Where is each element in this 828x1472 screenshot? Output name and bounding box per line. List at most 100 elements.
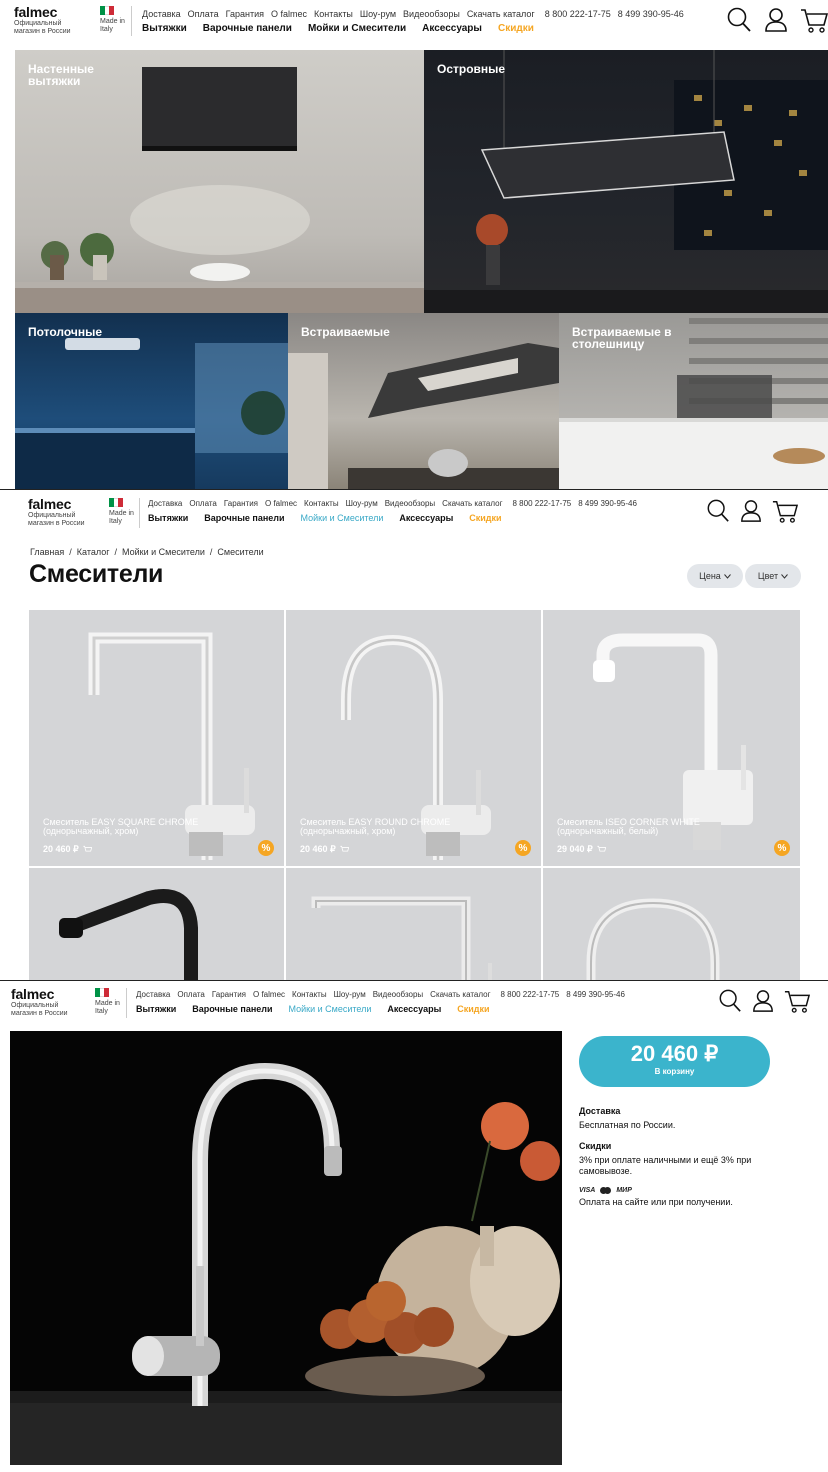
island-hood-photo — [424, 50, 828, 313]
category-label: Островные — [437, 62, 506, 76]
nav-discounts[interactable]: Скидки — [469, 513, 501, 523]
mastercard-icon — [600, 1187, 612, 1194]
phone-2[interactable]: 8 499 390-95-46 — [618, 9, 684, 19]
discount-badge: % — [515, 840, 531, 856]
nav-hoods[interactable]: Вытяжки — [142, 23, 187, 34]
search-icon[interactable] — [718, 988, 742, 1014]
link-video-reviews[interactable]: Видеообзоры — [403, 9, 460, 19]
link-showroom[interactable]: Шоу-рум — [334, 990, 366, 999]
made-in-italy: Made in Italy — [109, 498, 141, 526]
nav-hobs[interactable]: Варочные панели — [192, 1004, 272, 1014]
breadcrumb-sinks-mixers[interactable]: Мойки и Смесители — [122, 547, 205, 557]
product-card[interactable] — [543, 868, 800, 980]
discount-title: Скидки — [579, 1141, 612, 1151]
product-image — [311, 896, 492, 980]
filter-price-label: Цена — [699, 571, 721, 581]
category-downdraft-hoods[interactable]: Встраиваемые в столешницу — [559, 313, 828, 489]
nav-hobs[interactable]: Варочные панели — [204, 513, 284, 523]
breadcrumb-home[interactable]: Главная — [30, 547, 64, 557]
user-icon[interactable] — [764, 6, 788, 34]
nav-hoods[interactable]: Вытяжки — [148, 513, 188, 523]
phone-1[interactable]: 8 800 222-17-75 — [545, 9, 611, 19]
logo[interactable]: falmec Официальный магазин в России — [11, 987, 75, 1018]
payment-logos: VISA МИР — [579, 1187, 632, 1194]
phone-1[interactable]: 8 800 222-17-75 — [501, 990, 560, 999]
delivery-text: Бесплатная по России. — [579, 1120, 676, 1130]
filter-price[interactable]: Цена — [687, 564, 743, 588]
link-contacts[interactable]: Контакты — [292, 990, 327, 999]
user-icon[interactable] — [740, 498, 762, 524]
nav-sinks-mixers[interactable]: Мойки и Смесители — [308, 23, 406, 34]
chevron-down-icon — [781, 573, 788, 579]
phone-2[interactable]: 8 499 390-95-46 — [578, 499, 637, 508]
product-card[interactable] — [286, 868, 541, 980]
link-warranty[interactable]: Гарантия — [224, 499, 258, 508]
product-price: 20 460 ₽ — [43, 844, 92, 855]
category-wall-hoods[interactable]: Настенные вытяжки — [15, 50, 424, 313]
link-about[interactable]: О falmec — [271, 9, 307, 19]
link-delivery[interactable]: Доставка — [148, 499, 182, 508]
main-nav: Вытяжки Варочные панели Мойки и Смесител… — [148, 513, 518, 523]
breadcrumb-separator: / — [114, 547, 118, 557]
link-about[interactable]: О falmec — [253, 990, 285, 999]
link-video-reviews[interactable]: Видеообзоры — [373, 990, 423, 999]
search-icon[interactable] — [726, 6, 752, 34]
nav-hoods[interactable]: Вытяжки — [136, 1004, 176, 1014]
link-payment[interactable]: Оплата — [189, 499, 217, 508]
logo[interactable]: falmec Официальный магазин в России — [28, 497, 92, 528]
link-warranty[interactable]: Гарантия — [226, 9, 264, 19]
search-icon[interactable] — [706, 498, 730, 524]
phone-1[interactable]: 8 800 222-17-75 — [513, 499, 572, 508]
product-card[interactable]: Смеситель EASY SQUARE CHROME (однорычажн… — [29, 610, 284, 866]
link-warranty[interactable]: Гарантия — [212, 990, 246, 999]
link-video-reviews[interactable]: Видеообзоры — [385, 499, 435, 508]
nav-discounts[interactable]: Скидки — [498, 23, 534, 34]
category-built-in-hoods[interactable]: Встраиваемые — [288, 313, 559, 489]
nav-accessories[interactable]: Аксессуары — [422, 23, 482, 34]
product-photo — [10, 1031, 562, 1465]
link-payment[interactable]: Оплата — [177, 990, 205, 999]
link-contacts[interactable]: Контакты — [314, 9, 353, 19]
cart-icon[interactable] — [340, 845, 349, 854]
nav-accessories[interactable]: Аксессуары — [387, 1004, 441, 1014]
wall-hood-photo — [15, 67, 424, 313]
nav-accessories[interactable]: Аксессуары — [399, 513, 453, 523]
link-about[interactable]: О falmec — [265, 499, 297, 508]
nav-discounts[interactable]: Скидки — [457, 1004, 489, 1014]
link-delivery[interactable]: Доставка — [142, 9, 181, 19]
phone-2[interactable]: 8 499 390-95-46 — [566, 990, 625, 999]
product-card[interactable]: Смеситель EASY ROUND CHROME (однорычажны… — [286, 610, 541, 866]
link-contacts[interactable]: Контакты — [304, 499, 339, 508]
top-links: Доставка Оплата Гарантия О falmec Контак… — [148, 499, 644, 508]
category-ceiling-hoods[interactable]: Потолочные — [15, 313, 288, 489]
link-delivery[interactable]: Доставка — [136, 990, 170, 999]
discount-badge: % — [258, 840, 274, 856]
cart-icon[interactable] — [800, 6, 828, 34]
nav-sinks-mixers[interactable]: Мойки и Смесители — [301, 513, 384, 523]
user-icon[interactable] — [752, 988, 774, 1014]
cart-icon[interactable] — [772, 498, 798, 524]
cart-icon[interactable] — [784, 988, 810, 1014]
link-download-catalog[interactable]: Скачать каталог — [467, 9, 535, 19]
link-showroom[interactable]: Шоу-рум — [346, 499, 378, 508]
filter-color[interactable]: Цвет — [745, 564, 801, 588]
product-image — [59, 889, 198, 980]
link-download-catalog[interactable]: Скачать каталог — [442, 499, 502, 508]
nav-hobs[interactable]: Варочные панели — [203, 23, 292, 34]
category-island-hoods[interactable]: Островные — [424, 50, 828, 313]
add-to-cart-button[interactable]: 20 460 ₽ В корзину — [579, 1036, 770, 1087]
italy-flag-icon — [100, 6, 115, 15]
breadcrumb-catalog[interactable]: Каталог — [77, 547, 110, 557]
chevron-down-icon — [723, 573, 731, 579]
product-price: 29 040 ₽ — [557, 844, 606, 855]
cart-icon[interactable] — [83, 845, 92, 854]
nav-sinks-mixers[interactable]: Мойки и Смесители — [289, 1004, 372, 1014]
link-showroom[interactable]: Шоу-рум — [360, 9, 396, 19]
logo[interactable]: falmec Официальный магазин в России — [14, 5, 78, 36]
link-download-catalog[interactable]: Скачать каталог — [430, 990, 490, 999]
filter-color-label: Цвет — [757, 571, 779, 581]
product-card[interactable]: Смеситель ISEO CORNER WHITE (однорычажны… — [543, 610, 800, 866]
link-payment[interactable]: Оплата — [188, 9, 219, 19]
cart-icon[interactable] — [597, 845, 606, 854]
product-card[interactable] — [29, 868, 284, 980]
